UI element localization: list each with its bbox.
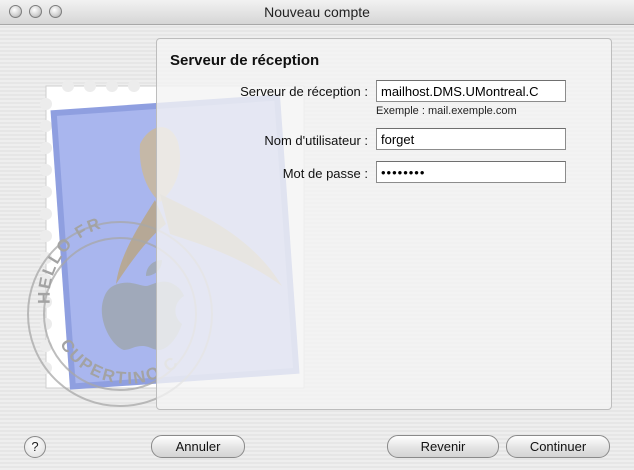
password-input[interactable]: •••••••• [376,161,566,183]
svg-text:HELLO FR: HELLO FR [35,213,105,304]
incoming-server-label: Serveur de réception : [240,84,368,99]
username-label: Nom d'utilisateur : [264,133,368,148]
new-account-window: Nouveau compte HELLO FR CUPERTINO Serveu… [0,0,634,470]
username-input[interactable]: forget [376,128,566,150]
incoming-server-hint: Exemple : mail.exemple.com [376,105,517,117]
continue-button[interactable]: Continuer [506,435,610,458]
title-bar: Nouveau compte [0,0,634,25]
section-title: Serveur de réception [170,52,320,69]
incoming-server-input[interactable]: mailhost.DMS.UMontreal.C [376,80,566,102]
cancel-button[interactable]: Annuler [151,435,245,458]
help-button[interactable]: ? [24,436,46,458]
window-title: Nouveau compte [264,4,370,20]
password-label: Mot de passe : [282,166,368,181]
back-button[interactable]: Revenir [387,435,499,458]
postmark-text-top: HELLO FR [35,213,103,304]
